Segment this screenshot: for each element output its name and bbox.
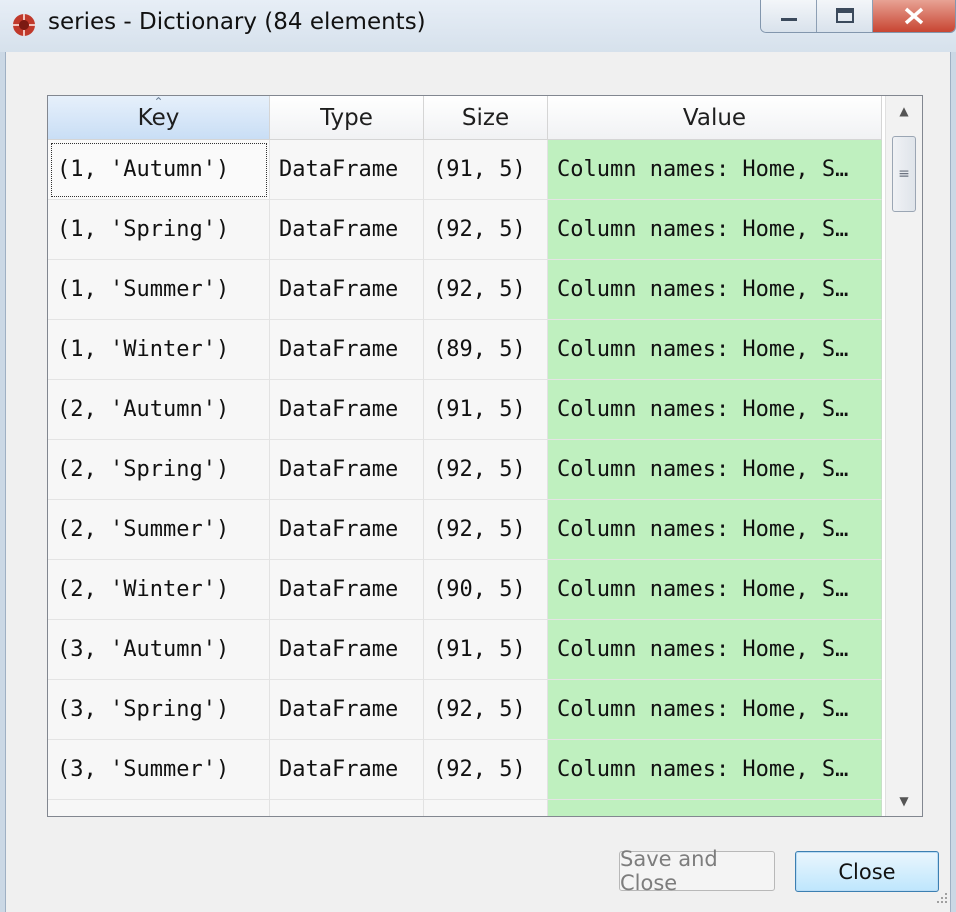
value-cell[interactable]: Column names: Home, S… (548, 740, 882, 800)
table-row[interactable]: (2, 'Summer') DataFrame (92, 5) Column n… (48, 500, 888, 560)
sort-ascending-icon: ⌃ (153, 95, 164, 109)
value-cell[interactable]: Column names: Home, S… (548, 560, 882, 620)
size-cell[interactable]: (91, 5) (424, 380, 548, 440)
key-cell[interactable]: (2, 'Winter') (48, 560, 270, 620)
value-cell[interactable]: Column names: Home, S… (548, 380, 882, 440)
table-header: ⌃ Key Type Size Value (48, 96, 882, 140)
type-cell[interactable]: DataFrame (270, 440, 424, 500)
size-cell[interactable]: (92, 5) (424, 500, 548, 560)
size-cell[interactable]: (90, 5) (424, 560, 548, 620)
value-cell[interactable]: Column names: Home, S… (548, 260, 882, 320)
grip-lines-icon: ≡ (898, 166, 910, 182)
size-cell[interactable]: (91, 5) (424, 620, 548, 680)
type-cell[interactable]: DataFrame (270, 260, 424, 320)
key-cell[interactable] (48, 800, 270, 816)
column-header-size[interactable]: Size (424, 96, 548, 140)
size-cell[interactable]: (92, 5) (424, 680, 548, 740)
column-header-label: Value (682, 104, 747, 131)
scroll-down-arrow-icon[interactable]: ▼ (886, 794, 922, 808)
key-cell[interactable]: (1, 'Summer') (48, 260, 270, 320)
value-cell[interactable]: Column names: Home, S… (548, 320, 882, 380)
window-controls (760, 0, 956, 33)
type-cell[interactable]: DataFrame (270, 380, 424, 440)
value-cell[interactable]: Column names: Home, S… (548, 680, 882, 740)
close-button[interactable]: Close (795, 851, 939, 892)
table-row[interactable]: (3, 'Autumn') DataFrame (91, 5) Column n… (48, 620, 888, 680)
value-cell[interactable]: Column names: Home, S… (548, 620, 882, 680)
save-and-close-button[interactable]: Save and Close (619, 847, 775, 895)
table-row[interactable]: (2, 'Winter') DataFrame (90, 5) Column n… (48, 560, 888, 620)
type-cell[interactable]: DataFrame (270, 200, 424, 260)
vertical-scrollbar[interactable]: ▲ ≡ ▼ (885, 96, 922, 816)
maximize-icon (835, 8, 854, 23)
key-cell[interactable]: (2, 'Summer') (48, 500, 270, 560)
value-cell[interactable]: Column names: Home, S… (548, 500, 882, 560)
key-cell[interactable]: (1, 'Autumn') (48, 140, 270, 200)
value-cell[interactable] (548, 800, 882, 816)
value-cell[interactable]: Column names: Home, S… (548, 200, 882, 260)
table-row[interactable]: (1, 'Spring') DataFrame (92, 5) Column n… (48, 200, 888, 260)
table-row[interactable]: (2, 'Spring') DataFrame (92, 5) Column n… (48, 440, 888, 500)
size-cell[interactable]: (89, 5) (424, 320, 548, 380)
key-cell[interactable]: (1, 'Spring') (48, 200, 270, 260)
close-window-button[interactable] (873, 0, 955, 32)
size-cell[interactable]: (92, 5) (424, 200, 548, 260)
window-title: series - Dictionary (84 elements) (48, 9, 426, 35)
table-row[interactable] (48, 800, 888, 816)
size-cell[interactable] (424, 800, 548, 816)
key-cell[interactable]: (2, 'Autumn') (48, 380, 270, 440)
maximize-button[interactable] (817, 0, 873, 32)
type-cell[interactable]: DataFrame (270, 740, 424, 800)
scroll-up-arrow-icon[interactable]: ▲ (886, 104, 922, 118)
key-cell[interactable]: (3, 'Autumn') (48, 620, 270, 680)
size-cell[interactable]: (92, 5) (424, 260, 548, 320)
table-row[interactable]: (1, 'Winter') DataFrame (89, 5) Column n… (48, 320, 888, 380)
table-row[interactable]: (3, 'Spring') DataFrame (92, 5) Column n… (48, 680, 888, 740)
column-header-label: Type (320, 104, 373, 131)
value-cell[interactable]: Column names: Home, S… (548, 440, 882, 500)
table-row[interactable]: (3, 'Summer') DataFrame (92, 5) Column n… (48, 740, 888, 800)
type-cell[interactable] (270, 800, 424, 816)
size-cell[interactable]: (92, 5) (424, 440, 548, 500)
type-cell[interactable]: DataFrame (270, 500, 424, 560)
column-header-type[interactable]: Type (270, 96, 424, 140)
key-cell[interactable]: (3, 'Spring') (48, 680, 270, 740)
table-row[interactable]: (1, 'Autumn') DataFrame (91, 5) Column n… (48, 140, 888, 200)
scroll-thumb[interactable]: ≡ (892, 136, 916, 212)
size-cell[interactable]: (91, 5) (424, 140, 548, 200)
size-cell[interactable]: (92, 5) (424, 740, 548, 800)
type-cell[interactable]: DataFrame (270, 680, 424, 740)
key-cell[interactable]: (3, 'Summer') (48, 740, 270, 800)
title-bar: series - Dictionary (84 elements) (0, 0, 956, 52)
table-body: (1, 'Autumn') DataFrame (91, 5) Column n… (48, 140, 888, 816)
column-header-value[interactable]: Value (548, 96, 882, 140)
table-row[interactable]: (2, 'Autumn') DataFrame (91, 5) Column n… (48, 380, 888, 440)
type-cell[interactable]: DataFrame (270, 560, 424, 620)
table-row[interactable]: (1, 'Summer') DataFrame (92, 5) Column n… (48, 260, 888, 320)
type-cell[interactable]: DataFrame (270, 620, 424, 680)
key-cell[interactable]: (1, 'Winter') (48, 320, 270, 380)
column-header-key[interactable]: ⌃ Key (48, 96, 270, 140)
minimize-button[interactable] (761, 0, 817, 32)
key-cell[interactable]: (2, 'Spring') (48, 440, 270, 500)
column-header-label: Size (461, 104, 510, 131)
close-icon (904, 7, 924, 25)
minimize-icon (780, 18, 797, 21)
spyder-icon (13, 14, 35, 36)
resize-grip-icon[interactable] (934, 890, 948, 904)
value-cell[interactable]: Column names: Home, S… (548, 140, 882, 200)
type-cell[interactable]: DataFrame (270, 320, 424, 380)
dictionary-table[interactable]: ⌃ Key Type Size Value (1, 'Autumn') Data… (47, 95, 923, 817)
window-frame-right (950, 52, 956, 912)
type-cell[interactable]: DataFrame (270, 140, 424, 200)
